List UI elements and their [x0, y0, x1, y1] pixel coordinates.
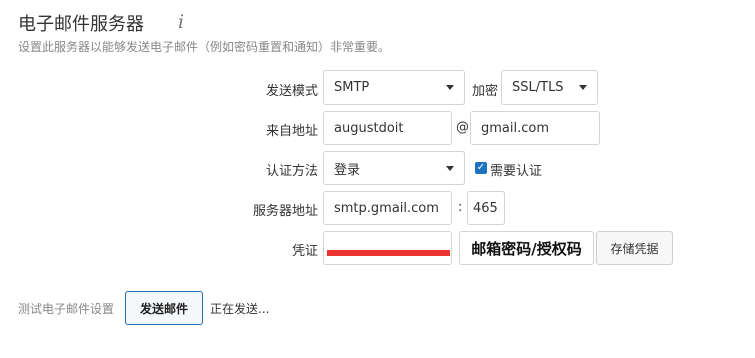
smtp-host-value: smtp.gmail.com: [334, 200, 439, 216]
encryption-select[interactable]: SSL/TLS: [501, 70, 598, 105]
auth-method-select[interactable]: 登录: [323, 151, 465, 185]
chevron-down-icon: [446, 85, 454, 90]
chevron-down-icon: [579, 85, 587, 90]
smtp-port-value: 465: [473, 200, 498, 216]
page-subtitle: 设置此服务器以能够发送电子邮件（例如密码重置和通知）非常重要。: [18, 40, 391, 54]
smtp-port-input[interactable]: 465: [467, 191, 505, 225]
port-separator: :: [458, 200, 463, 215]
encryption-label: 加密: [471, 84, 498, 99]
send-email-button[interactable]: 发送邮件: [125, 291, 203, 325]
page-title: 电子邮件服务器: [18, 14, 144, 35]
require-auth-label: 需要认证: [490, 164, 543, 179]
require-auth-checkbox[interactable]: ✓: [475, 162, 487, 174]
test-email-label: 测试电子邮件设置: [18, 302, 115, 316]
encryption-value: SSL/TLS: [512, 80, 564, 95]
from-user-value: augustdoit: [334, 120, 404, 136]
auth-method-label: 认证方法: [265, 164, 318, 179]
info-icon[interactable]: i: [178, 11, 184, 33]
redaction-mark: [327, 250, 450, 256]
at-separator: @: [456, 120, 469, 135]
send-mode-value: SMTP: [334, 80, 370, 95]
sending-status: 正在发送...: [210, 302, 270, 316]
credentials-label: 凭证: [291, 244, 318, 259]
send-mode-select[interactable]: SMTP: [323, 70, 465, 105]
send-mode-label: 发送模式: [265, 84, 318, 99]
from-address-label: 来自地址: [265, 124, 318, 139]
auth-method-value: 登录: [334, 162, 361, 178]
from-domain-input[interactable]: gmail.com: [470, 111, 600, 145]
checkmark-icon: ✓: [476, 162, 486, 173]
store-credentials-button[interactable]: 存储凭据: [596, 231, 673, 265]
from-domain-value: gmail.com: [481, 120, 550, 136]
password-hint-text: 邮箱密码/授权码: [471, 239, 582, 258]
server-address-label: 服务器地址: [252, 204, 318, 219]
from-user-input[interactable]: augustdoit: [323, 111, 452, 145]
chevron-down-icon: [446, 165, 454, 171]
credential-password-input[interactable]: 邮箱密码/授权码: [459, 231, 594, 265]
credential-username-input[interactable]: [323, 231, 452, 265]
smtp-host-input[interactable]: smtp.gmail.com: [323, 191, 452, 225]
